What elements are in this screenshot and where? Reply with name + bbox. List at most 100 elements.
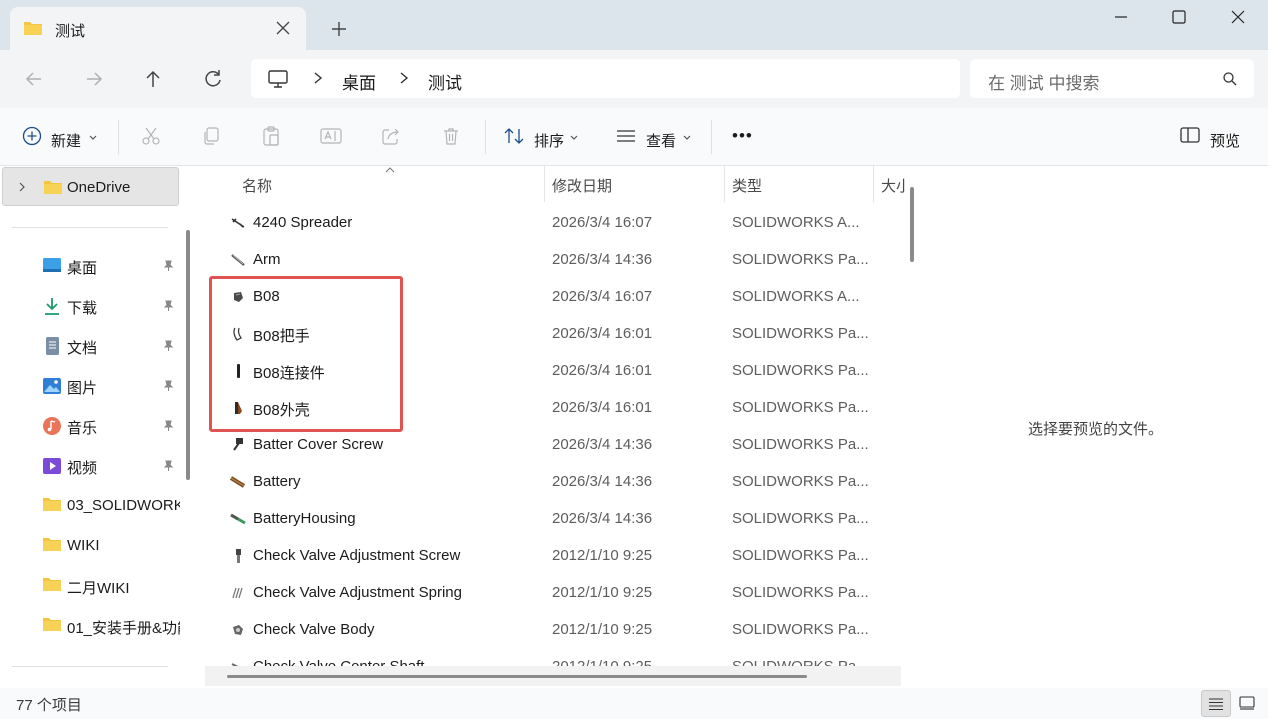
- sidebar-item-pictures[interactable]: 图片: [0, 367, 184, 407]
- navigation-pane: OneDrive 桌面 下载 文档 图片 音乐 视频 03_SOLIDWORK …: [0, 166, 190, 688]
- pin-icon[interactable]: [162, 420, 174, 432]
- view-icon[interactable]: [615, 126, 637, 146]
- file-date: 2026/3/4 14:36: [552, 473, 653, 490]
- cut-icon[interactable]: [141, 126, 161, 146]
- breadcrumb-chevron-icon[interactable]: [312, 70, 324, 86]
- file-name: Check Valve Body: [253, 621, 375, 638]
- sidebar-item-folder[interactable]: 二月WIKI: [0, 567, 184, 607]
- copy-icon[interactable]: [201, 126, 221, 146]
- desktop-icon: [43, 258, 61, 272]
- pin-icon[interactable]: [162, 260, 174, 272]
- share-icon[interactable]: [381, 126, 401, 146]
- preview-button[interactable]: 预览: [1210, 130, 1240, 151]
- column-name[interactable]: 名称: [242, 175, 272, 196]
- details-view-button[interactable]: [1201, 690, 1231, 717]
- pin-icon[interactable]: [162, 300, 174, 312]
- column-divider[interactable]: [873, 166, 874, 202]
- maximize-icon[interactable]: [1164, 5, 1194, 29]
- solidworks-assembly-icon: [231, 218, 245, 228]
- file-type: SOLIDWORKS Pa...: [732, 547, 869, 564]
- status-bar: 77 个项目: [0, 688, 1268, 719]
- column-size[interactable]: 大小: [881, 175, 905, 196]
- chevron-down-icon[interactable]: [682, 134, 692, 142]
- pin-icon[interactable]: [162, 380, 174, 392]
- sidebar-item-music[interactable]: 音乐: [0, 407, 184, 447]
- view-button[interactable]: 查看: [646, 130, 676, 151]
- file-list-horizontal-scrollbar[interactable]: [227, 675, 807, 678]
- file-list-vertical-scrollbar[interactable]: [910, 187, 914, 262]
- new-icon[interactable]: [22, 126, 42, 146]
- title-bar: 测试: [0, 0, 1268, 50]
- forward-icon[interactable]: [82, 67, 106, 91]
- breadcrumb-current[interactable]: 测试: [428, 69, 462, 94]
- file-row[interactable]: Arm 2026/3/4 14:36 SOLIDWORKS Pa...: [200, 242, 921, 279]
- sidebar-item-folder[interactable]: WIKI: [0, 527, 184, 567]
- document-icon: [46, 337, 59, 355]
- sort-icon[interactable]: [503, 126, 525, 146]
- download-icon: [45, 298, 59, 315]
- address-bar[interactable]: 桌面 测试: [251, 59, 960, 98]
- search-placeholder: 在 测试 中搜索: [988, 74, 1100, 93]
- breadcrumb-chevron-icon[interactable]: [398, 70, 410, 86]
- delete-icon[interactable]: [441, 126, 461, 146]
- solidworks-part-icon: [236, 549, 241, 563]
- file-date: 2026/3/4 14:36: [552, 510, 653, 527]
- chevron-down-icon[interactable]: [88, 134, 98, 142]
- up-icon[interactable]: [141, 67, 165, 91]
- column-divider[interactable]: [544, 166, 545, 202]
- file-row[interactable]: Battery 2026/3/4 14:36 SOLIDWORKS Pa...: [200, 464, 921, 501]
- chevron-right-icon[interactable]: [17, 180, 27, 194]
- file-row[interactable]: BatteryHousing 2026/3/4 14:36 SOLIDWORKS…: [200, 501, 921, 538]
- file-date: 2012/1/10 9:25: [552, 584, 653, 601]
- sidebar-item-folder[interactable]: 03_SOLIDWORKS: [0, 487, 184, 527]
- large-icons-view-icon[interactable]: [1239, 695, 1255, 711]
- column-divider[interactable]: [724, 166, 725, 202]
- pin-icon[interactable]: [162, 340, 174, 352]
- sidebar-item-documents[interactable]: 文档: [0, 327, 184, 367]
- file-row[interactable]: 4240 Spreader 2026/3/4 16:07 SOLIDWORKS …: [200, 205, 921, 242]
- chevron-down-icon[interactable]: [569, 134, 579, 142]
- solidworks-part-icon: [230, 476, 246, 488]
- sidebar-item-folder[interactable]: 01_安装手册&功能: [0, 607, 184, 647]
- file-date: 2026/3/4 16:07: [552, 214, 653, 231]
- highlight-annotation: [209, 276, 403, 432]
- preview-message: 选择要预览的文件。: [1028, 421, 1164, 438]
- new-tab-icon[interactable]: [328, 18, 350, 40]
- file-row[interactable]: Check Valve Adjustment Spring 2012/1/10 …: [200, 575, 921, 612]
- more-options-button[interactable]: •••: [732, 126, 753, 146]
- file-date: 2026/3/4 14:36: [552, 251, 653, 268]
- toolbar-divider: [485, 120, 486, 154]
- breadcrumb-desktop[interactable]: 桌面: [342, 69, 376, 94]
- rename-icon[interactable]: [320, 126, 342, 146]
- file-row[interactable]: Check Valve Adjustment Screw 2012/1/10 9…: [200, 538, 921, 575]
- solidworks-part-icon: [230, 513, 246, 525]
- back-icon[interactable]: [22, 67, 46, 91]
- search-input[interactable]: 在 测试 中搜索: [970, 59, 1254, 98]
- new-button[interactable]: 新建: [51, 130, 81, 151]
- pin-icon[interactable]: [162, 460, 174, 472]
- sidebar-item-label: 03_SOLIDWORKS: [67, 497, 180, 514]
- sidebar-item-onedrive[interactable]: OneDrive: [2, 167, 179, 206]
- this-pc-icon[interactable]: [267, 69, 289, 89]
- sidebar-item-desktop[interactable]: 桌面: [0, 247, 184, 287]
- column-type[interactable]: 类型: [732, 175, 762, 196]
- sidebar-scrollbar[interactable]: [186, 230, 190, 480]
- sidebar-item-videos[interactable]: 视频: [0, 447, 184, 487]
- search-icon: [1223, 72, 1237, 86]
- file-type: SOLIDWORKS A...: [732, 214, 860, 231]
- sidebar-item-downloads[interactable]: 下载: [0, 287, 184, 327]
- file-name: Batter Cover Screw: [253, 436, 384, 453]
- paste-icon[interactable]: [261, 126, 281, 146]
- file-row[interactable]: Check Valve Body 2012/1/10 9:25 SOLIDWOR…: [200, 612, 921, 649]
- preview-pane-icon[interactable]: [1180, 126, 1200, 144]
- file-type: SOLIDWORKS Pa...: [732, 399, 869, 416]
- close-tab-icon[interactable]: [273, 18, 293, 38]
- close-window-icon[interactable]: [1223, 5, 1253, 29]
- minimize-icon[interactable]: [1106, 5, 1136, 29]
- file-row[interactable]: Batter Cover Screw 2026/3/4 14:36 SOLIDW…: [200, 427, 921, 464]
- folder-icon: [43, 618, 61, 631]
- sort-button[interactable]: 排序: [534, 130, 564, 151]
- refresh-icon[interactable]: [201, 67, 225, 91]
- column-date[interactable]: 修改日期: [552, 175, 612, 196]
- tab-current[interactable]: 测试: [10, 7, 306, 50]
